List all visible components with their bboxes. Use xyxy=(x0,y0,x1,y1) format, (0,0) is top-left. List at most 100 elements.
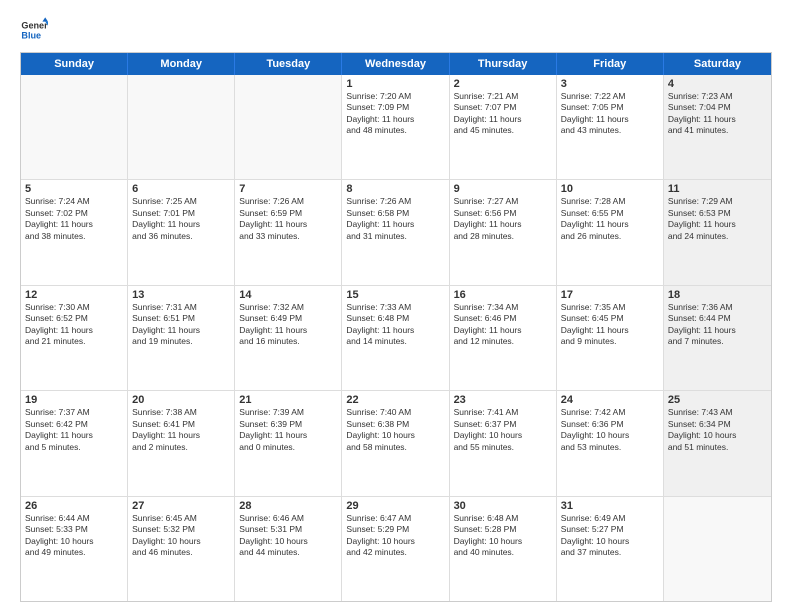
day-cell-11: 11Sunrise: 7:29 AM Sunset: 6:53 PM Dayli… xyxy=(664,180,771,284)
day-number: 3 xyxy=(561,78,659,90)
day-info: Sunrise: 7:39 AM Sunset: 6:39 PM Dayligh… xyxy=(239,407,337,453)
day-cell-3: 3Sunrise: 7:22 AM Sunset: 7:05 PM Daylig… xyxy=(557,75,664,179)
header: General Blue xyxy=(20,16,772,44)
day-number: 18 xyxy=(668,289,767,301)
day-number: 23 xyxy=(454,394,552,406)
day-info: Sunrise: 6:48 AM Sunset: 5:28 PM Dayligh… xyxy=(454,513,552,559)
day-info: Sunrise: 7:36 AM Sunset: 6:44 PM Dayligh… xyxy=(668,302,767,348)
page: General Blue SundayMondayTuesdayWednesda… xyxy=(0,0,792,612)
day-info: Sunrise: 7:25 AM Sunset: 7:01 PM Dayligh… xyxy=(132,196,230,242)
day-number: 7 xyxy=(239,183,337,195)
day-info: Sunrise: 6:46 AM Sunset: 5:31 PM Dayligh… xyxy=(239,513,337,559)
week-row-2: 5Sunrise: 7:24 AM Sunset: 7:02 PM Daylig… xyxy=(21,180,771,285)
day-number: 4 xyxy=(668,78,767,90)
day-info: Sunrise: 7:22 AM Sunset: 7:05 PM Dayligh… xyxy=(561,91,659,137)
day-cell-18: 18Sunrise: 7:36 AM Sunset: 6:44 PM Dayli… xyxy=(664,286,771,390)
empty-cell-0-2 xyxy=(235,75,342,179)
day-number: 17 xyxy=(561,289,659,301)
day-cell-2: 2Sunrise: 7:21 AM Sunset: 7:07 PM Daylig… xyxy=(450,75,557,179)
day-cell-28: 28Sunrise: 6:46 AM Sunset: 5:31 PM Dayli… xyxy=(235,497,342,601)
day-number: 24 xyxy=(561,394,659,406)
day-cell-17: 17Sunrise: 7:35 AM Sunset: 6:45 PM Dayli… xyxy=(557,286,664,390)
day-cell-20: 20Sunrise: 7:38 AM Sunset: 6:41 PM Dayli… xyxy=(128,391,235,495)
day-number: 14 xyxy=(239,289,337,301)
day-cell-26: 26Sunrise: 6:44 AM Sunset: 5:33 PM Dayli… xyxy=(21,497,128,601)
generalblue-icon: General Blue xyxy=(20,16,48,44)
day-info: Sunrise: 7:32 AM Sunset: 6:49 PM Dayligh… xyxy=(239,302,337,348)
day-info: Sunrise: 7:27 AM Sunset: 6:56 PM Dayligh… xyxy=(454,196,552,242)
week-row-3: 12Sunrise: 7:30 AM Sunset: 6:52 PM Dayli… xyxy=(21,286,771,391)
day-number: 6 xyxy=(132,183,230,195)
day-info: Sunrise: 7:24 AM Sunset: 7:02 PM Dayligh… xyxy=(25,196,123,242)
day-info: Sunrise: 7:26 AM Sunset: 6:59 PM Dayligh… xyxy=(239,196,337,242)
day-header-saturday: Saturday xyxy=(664,53,771,75)
week-row-1: 1Sunrise: 7:20 AM Sunset: 7:09 PM Daylig… xyxy=(21,75,771,180)
day-cell-22: 22Sunrise: 7:40 AM Sunset: 6:38 PM Dayli… xyxy=(342,391,449,495)
day-number: 27 xyxy=(132,500,230,512)
day-cell-14: 14Sunrise: 7:32 AM Sunset: 6:49 PM Dayli… xyxy=(235,286,342,390)
day-info: Sunrise: 6:49 AM Sunset: 5:27 PM Dayligh… xyxy=(561,513,659,559)
day-cell-7: 7Sunrise: 7:26 AM Sunset: 6:59 PM Daylig… xyxy=(235,180,342,284)
day-header-sunday: Sunday xyxy=(21,53,128,75)
day-header-friday: Friday xyxy=(557,53,664,75)
calendar-header: SundayMondayTuesdayWednesdayThursdayFrid… xyxy=(21,53,771,75)
day-cell-8: 8Sunrise: 7:26 AM Sunset: 6:58 PM Daylig… xyxy=(342,180,449,284)
day-cell-9: 9Sunrise: 7:27 AM Sunset: 6:56 PM Daylig… xyxy=(450,180,557,284)
day-info: Sunrise: 6:45 AM Sunset: 5:32 PM Dayligh… xyxy=(132,513,230,559)
day-number: 11 xyxy=(668,183,767,195)
day-number: 8 xyxy=(346,183,444,195)
day-info: Sunrise: 6:47 AM Sunset: 5:29 PM Dayligh… xyxy=(346,513,444,559)
week-row-4: 19Sunrise: 7:37 AM Sunset: 6:42 PM Dayli… xyxy=(21,391,771,496)
day-cell-5: 5Sunrise: 7:24 AM Sunset: 7:02 PM Daylig… xyxy=(21,180,128,284)
day-info: Sunrise: 7:30 AM Sunset: 6:52 PM Dayligh… xyxy=(25,302,123,348)
day-info: Sunrise: 7:33 AM Sunset: 6:48 PM Dayligh… xyxy=(346,302,444,348)
svg-text:Blue: Blue xyxy=(21,30,41,40)
day-number: 12 xyxy=(25,289,123,301)
day-cell-12: 12Sunrise: 7:30 AM Sunset: 6:52 PM Dayli… xyxy=(21,286,128,390)
day-cell-21: 21Sunrise: 7:39 AM Sunset: 6:39 PM Dayli… xyxy=(235,391,342,495)
day-info: Sunrise: 7:21 AM Sunset: 7:07 PM Dayligh… xyxy=(454,91,552,137)
day-number: 2 xyxy=(454,78,552,90)
day-info: Sunrise: 7:31 AM Sunset: 6:51 PM Dayligh… xyxy=(132,302,230,348)
day-cell-16: 16Sunrise: 7:34 AM Sunset: 6:46 PM Dayli… xyxy=(450,286,557,390)
empty-cell-4-6 xyxy=(664,497,771,601)
day-number: 31 xyxy=(561,500,659,512)
day-cell-19: 19Sunrise: 7:37 AM Sunset: 6:42 PM Dayli… xyxy=(21,391,128,495)
day-info: Sunrise: 6:44 AM Sunset: 5:33 PM Dayligh… xyxy=(25,513,123,559)
day-cell-29: 29Sunrise: 6:47 AM Sunset: 5:29 PM Dayli… xyxy=(342,497,449,601)
day-header-thursday: Thursday xyxy=(450,53,557,75)
day-info: Sunrise: 7:26 AM Sunset: 6:58 PM Dayligh… xyxy=(346,196,444,242)
day-cell-30: 30Sunrise: 6:48 AM Sunset: 5:28 PM Dayli… xyxy=(450,497,557,601)
day-number: 28 xyxy=(239,500,337,512)
day-info: Sunrise: 7:38 AM Sunset: 6:41 PM Dayligh… xyxy=(132,407,230,453)
day-number: 26 xyxy=(25,500,123,512)
week-row-5: 26Sunrise: 6:44 AM Sunset: 5:33 PM Dayli… xyxy=(21,497,771,601)
day-number: 25 xyxy=(668,394,767,406)
day-header-tuesday: Tuesday xyxy=(235,53,342,75)
day-number: 30 xyxy=(454,500,552,512)
day-number: 1 xyxy=(346,78,444,90)
day-number: 10 xyxy=(561,183,659,195)
calendar-body: 1Sunrise: 7:20 AM Sunset: 7:09 PM Daylig… xyxy=(21,75,771,601)
day-cell-23: 23Sunrise: 7:41 AM Sunset: 6:37 PM Dayli… xyxy=(450,391,557,495)
day-info: Sunrise: 7:23 AM Sunset: 7:04 PM Dayligh… xyxy=(668,91,767,137)
day-info: Sunrise: 7:42 AM Sunset: 6:36 PM Dayligh… xyxy=(561,407,659,453)
day-info: Sunrise: 7:34 AM Sunset: 6:46 PM Dayligh… xyxy=(454,302,552,348)
day-number: 29 xyxy=(346,500,444,512)
day-info: Sunrise: 7:41 AM Sunset: 6:37 PM Dayligh… xyxy=(454,407,552,453)
day-cell-24: 24Sunrise: 7:42 AM Sunset: 6:36 PM Dayli… xyxy=(557,391,664,495)
day-number: 21 xyxy=(239,394,337,406)
day-number: 13 xyxy=(132,289,230,301)
logo: General Blue xyxy=(20,16,52,44)
day-info: Sunrise: 7:40 AM Sunset: 6:38 PM Dayligh… xyxy=(346,407,444,453)
day-info: Sunrise: 7:28 AM Sunset: 6:55 PM Dayligh… xyxy=(561,196,659,242)
empty-cell-0-1 xyxy=(128,75,235,179)
day-info: Sunrise: 7:29 AM Sunset: 6:53 PM Dayligh… xyxy=(668,196,767,242)
day-cell-15: 15Sunrise: 7:33 AM Sunset: 6:48 PM Dayli… xyxy=(342,286,449,390)
day-number: 16 xyxy=(454,289,552,301)
day-number: 20 xyxy=(132,394,230,406)
day-cell-31: 31Sunrise: 6:49 AM Sunset: 5:27 PM Dayli… xyxy=(557,497,664,601)
day-header-wednesday: Wednesday xyxy=(342,53,449,75)
svg-text:General: General xyxy=(21,21,48,31)
day-cell-4: 4Sunrise: 7:23 AM Sunset: 7:04 PM Daylig… xyxy=(664,75,771,179)
